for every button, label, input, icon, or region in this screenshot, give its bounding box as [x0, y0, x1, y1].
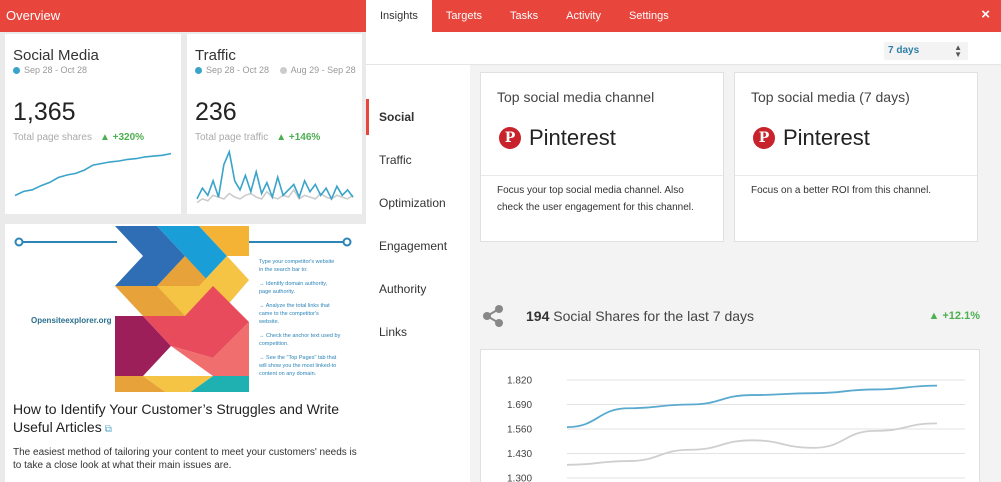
- social-sparkline-series: [14, 152, 172, 197]
- infographic-tip-line: → Identify domain authority,: [259, 281, 328, 287]
- nav-item-engagement[interactable]: Engagement: [366, 228, 470, 264]
- tab-tasks[interactable]: Tasks: [496, 0, 552, 32]
- tab-targets[interactable]: Targets: [432, 0, 496, 32]
- traffic-label: Total page traffic ▲ +146%: [195, 132, 321, 143]
- top-channel-card: Top social media channel P Pinterest Focu…: [480, 72, 724, 242]
- top-bar: Overview Insights Targets Tasks Activity…: [0, 0, 1001, 33]
- infographic-tip-line: → Analyze the total links that: [259, 303, 330, 309]
- top-channel-brand: P Pinterest: [499, 125, 616, 151]
- infographic-tip-line: content on any domain.: [259, 371, 317, 377]
- series-dot-icon: [279, 66, 287, 74]
- top-tabs: Insights Targets Tasks Activity Settings: [366, 0, 683, 33]
- article-card[interactable]: Opensiteexplorer.org Type your competito…: [5, 224, 366, 482]
- social-shares-value: 1,365: [13, 98, 76, 126]
- overview-title: Overview: [6, 8, 61, 23]
- top-social-7days-tip: Focus on a better ROI from this channel.: [735, 175, 977, 205]
- social-shares-summary: 194 Social Shares for the last 7 days ▲ …: [480, 301, 980, 331]
- article-excerpt: The easiest method of tailoring your con…: [13, 447, 357, 471]
- traffic-sparkline-current: [196, 149, 354, 201]
- social-content: Top social media channel P Pinterest Focu…: [470, 65, 1001, 482]
- external-link-icon[interactable]: ⧉: [105, 424, 112, 435]
- share-icon: [483, 305, 503, 327]
- infographic-tip-line: page authority.: [259, 289, 295, 295]
- infographic-tip-line: in the search bar to:: [259, 267, 308, 273]
- article-body: How to Identify Your Customer’s Struggle…: [5, 392, 366, 482]
- traffic-sparkline: [196, 149, 354, 204]
- pinterest-icon: P: [753, 127, 775, 149]
- chart-series-line-0: [566, 384, 938, 429]
- top-channel-tip: Focus your top social media channel. Als…: [481, 175, 723, 222]
- traffic-date-range: Sep 28 - Oct 28 Aug 29 - Sep 28: [195, 65, 356, 75]
- social-shares-label: Total page shares ▲ +320%: [13, 132, 145, 143]
- infographic-tip-line: competition.: [259, 341, 289, 347]
- tab-activity[interactable]: Activity: [552, 0, 615, 32]
- article-infographic: Opensiteexplorer.org Type your competito…: [5, 226, 366, 396]
- nav-item-links[interactable]: Links: [366, 314, 470, 350]
- social-media-card[interactable]: Social Media Sep 28 - Oct 28 1,365 Total…: [5, 34, 181, 214]
- nav-item-authority[interactable]: Authority: [366, 271, 470, 307]
- y-tick-label: 1.690: [507, 400, 532, 411]
- tab-insights[interactable]: Insights: [366, 0, 432, 33]
- traffic-title: Traffic: [195, 47, 236, 64]
- nav-item-social[interactable]: Social: [366, 99, 470, 135]
- infographic-tip-line: → Check the anchor text used by: [259, 333, 341, 339]
- infographic-tip-line: came to the competitor's: [259, 311, 319, 317]
- top-social-7days-brand: P Pinterest: [753, 125, 870, 151]
- article-title[interactable]: How to Identify Your Customer’s Struggle…: [13, 400, 363, 439]
- date-range-select[interactable]: 7 days ▲ ▼: [884, 42, 968, 60]
- social-shares-chart: 1.820 1.690 1.560 1.430 1.300: [480, 349, 980, 482]
- social-shares-change: ▲ +12.1%: [928, 310, 980, 322]
- select-arrows-icon: ▲ ▼: [954, 43, 962, 59]
- social-date-range: Sep 28 - Oct 28: [13, 65, 87, 75]
- social-sparkline: [14, 152, 172, 197]
- nav-item-traffic[interactable]: Traffic: [366, 142, 470, 178]
- overview-panel: Social Media Sep 28 - Oct 28 1,365 Total…: [0, 32, 366, 482]
- social-shares-count: 194: [526, 308, 550, 324]
- social-shares-line-chart: 1.820 1.690 1.560 1.430 1.300: [507, 376, 965, 482]
- insights-panel: 7 days ▲ ▼ Social Traffic Optimization En…: [366, 32, 1001, 482]
- y-tick-label: 1.820: [507, 376, 532, 387]
- y-tick-label: 1.430: [507, 449, 532, 460]
- traffic-card[interactable]: Traffic Sep 28 - Oct 28 Aug 29 - Sep 28 …: [187, 34, 362, 214]
- close-icon[interactable]: ×: [981, 6, 990, 23]
- social-shares-text: 194 Social Shares for the last 7 days: [526, 308, 755, 324]
- top-channel-heading: Top social media channel: [497, 89, 655, 105]
- top-social-7days-card: Top social media (7 days) P Pinterest Foc…: [734, 72, 978, 242]
- insights-side-nav: Social Traffic Optimization Engagement A…: [366, 65, 470, 482]
- pinterest-icon: P: [499, 127, 521, 149]
- top-social-7days-heading: Top social media (7 days): [751, 89, 910, 105]
- infographic-tip-line: → See the "Top Pages" tab that: [259, 355, 337, 361]
- y-tick-label: 1.560: [507, 425, 532, 436]
- nav-item-optimization[interactable]: Optimization: [366, 185, 470, 221]
- series-dot-icon: [195, 66, 202, 74]
- infographic-tip-line: website.: [258, 319, 280, 325]
- tab-settings[interactable]: Settings: [615, 0, 683, 32]
- social-media-title: Social Media: [13, 47, 99, 64]
- infographic-tip-line: will show you the most linked-to: [258, 363, 336, 369]
- chart-series-line-1: [566, 422, 938, 466]
- infographic-tip-line: Type your competitor's website: [259, 259, 334, 265]
- traffic-change-badge: ▲ +146%: [276, 132, 321, 143]
- traffic-value: 236: [195, 98, 237, 126]
- series-dot-icon: [13, 66, 20, 74]
- social-change-badge: ▲ +320%: [99, 132, 145, 143]
- y-tick-label: 1.300: [507, 474, 532, 482]
- infographic-brand: Opensiteexplorer.org: [31, 316, 112, 325]
